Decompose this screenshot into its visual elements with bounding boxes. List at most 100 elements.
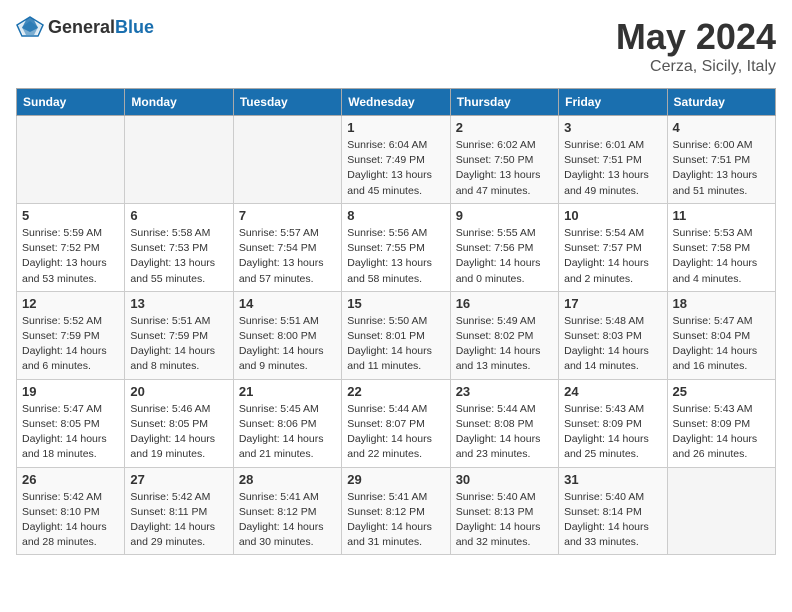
day-number: 21 xyxy=(239,384,336,399)
week-row-4: 19Sunrise: 5:47 AM Sunset: 8:05 PM Dayli… xyxy=(17,379,776,467)
day-info: Sunrise: 5:40 AM Sunset: 8:14 PM Dayligh… xyxy=(564,490,661,551)
day-number: 29 xyxy=(347,472,444,487)
day-number: 12 xyxy=(22,296,119,311)
day-info: Sunrise: 6:04 AM Sunset: 7:49 PM Dayligh… xyxy=(347,138,444,199)
calendar-cell: 25Sunrise: 5:43 AM Sunset: 8:09 PM Dayli… xyxy=(667,379,775,467)
day-info: Sunrise: 5:51 AM Sunset: 8:00 PM Dayligh… xyxy=(239,314,336,375)
weekday-header-row: SundayMondayTuesdayWednesdayThursdayFrid… xyxy=(17,89,776,116)
weekday-header-tuesday: Tuesday xyxy=(233,89,341,116)
day-info: Sunrise: 5:47 AM Sunset: 8:05 PM Dayligh… xyxy=(22,402,119,463)
day-info: Sunrise: 5:42 AM Sunset: 8:10 PM Dayligh… xyxy=(22,490,119,551)
calendar-cell: 19Sunrise: 5:47 AM Sunset: 8:05 PM Dayli… xyxy=(17,379,125,467)
day-info: Sunrise: 5:40 AM Sunset: 8:13 PM Dayligh… xyxy=(456,490,553,551)
calendar-cell: 2Sunrise: 6:02 AM Sunset: 7:50 PM Daylig… xyxy=(450,116,558,204)
day-info: Sunrise: 5:48 AM Sunset: 8:03 PM Dayligh… xyxy=(564,314,661,375)
day-number: 16 xyxy=(456,296,553,311)
day-number: 1 xyxy=(347,120,444,135)
day-info: Sunrise: 5:56 AM Sunset: 7:55 PM Dayligh… xyxy=(347,226,444,287)
calendar-cell: 29 Sunrise: 5:41 AM Sunset: 8:12 PM Dayli… xyxy=(342,467,450,555)
logo-text-blue: Blue xyxy=(115,17,154,37)
day-number: 23 xyxy=(456,384,553,399)
day-info: Sunrise: 5:41 AM Sunset: 8:12 PM Dayligh… xyxy=(239,490,336,551)
calendar-cell: 3 Sunrise: 6:01 AM Sunset: 7:51 PM Daylig… xyxy=(559,116,667,204)
calendar-cell: 4Sunrise: 6:00 AM Sunset: 7:51 PM Daylig… xyxy=(667,116,775,204)
day-number: 17 xyxy=(564,296,661,311)
calendar-cell xyxy=(233,116,341,204)
calendar-cell: 5 Sunrise: 5:59 AM Sunset: 7:52 PM Daylig… xyxy=(17,203,125,291)
day-info: Sunrise: 6:00 AM Sunset: 7:51 PM Dayligh… xyxy=(673,138,770,199)
day-info: Sunrise: 5:42 AM Sunset: 8:11 PM Dayligh… xyxy=(130,490,227,551)
calendar-cell xyxy=(125,116,233,204)
title-block: May 2024 Cerza, Sicily, Italy xyxy=(616,16,776,76)
weekday-header-monday: Monday xyxy=(125,89,233,116)
day-number: 8 xyxy=(347,208,444,223)
day-number: 15 xyxy=(347,296,444,311)
day-number: 25 xyxy=(673,384,770,399)
day-info: Sunrise: 5:59 AM Sunset: 7:52 PM Dayligh… xyxy=(22,226,119,287)
calendar-cell: 20 Sunrise: 5:46 AM Sunset: 8:05 PM Dayli… xyxy=(125,379,233,467)
day-info: Sunrise: 5:52 AM Sunset: 7:59 PM Dayligh… xyxy=(22,314,119,375)
calendar-cell: 26 Sunrise: 5:42 AM Sunset: 8:10 PM Dayli… xyxy=(17,467,125,555)
calendar-cell: 27 Sunrise: 5:42 AM Sunset: 8:11 PM Dayli… xyxy=(125,467,233,555)
calendar-cell: 14Sunrise: 5:51 AM Sunset: 8:00 PM Dayli… xyxy=(233,291,341,379)
day-info: Sunrise: 5:41 AM Sunset: 8:12 PM Dayligh… xyxy=(347,490,444,551)
day-info: Sunrise: 5:44 AM Sunset: 8:08 PM Dayligh… xyxy=(456,402,553,463)
day-number: 6 xyxy=(130,208,227,223)
day-info: Sunrise: 5:58 AM Sunset: 7:53 PM Dayligh… xyxy=(130,226,227,287)
day-info: Sunrise: 5:47 AM Sunset: 8:04 PM Dayligh… xyxy=(673,314,770,375)
day-info: Sunrise: 5:46 AM Sunset: 8:05 PM Dayligh… xyxy=(130,402,227,463)
calendar-cell: 9 Sunrise: 5:55 AM Sunset: 7:56 PM Daylig… xyxy=(450,203,558,291)
day-number: 27 xyxy=(130,472,227,487)
calendar-cell: 24Sunrise: 5:43 AM Sunset: 8:09 PM Dayli… xyxy=(559,379,667,467)
day-number: 26 xyxy=(22,472,119,487)
calendar-table: SundayMondayTuesdayWednesdayThursdayFrid… xyxy=(16,88,776,555)
day-number: 2 xyxy=(456,120,553,135)
day-number: 9 xyxy=(456,208,553,223)
day-number: 20 xyxy=(130,384,227,399)
day-info: Sunrise: 5:45 AM Sunset: 8:06 PM Dayligh… xyxy=(239,402,336,463)
calendar-cell: 17 Sunrise: 5:48 AM Sunset: 8:03 PM Dayli… xyxy=(559,291,667,379)
calendar-cell: 16 Sunrise: 5:49 AM Sunset: 8:02 PM Dayli… xyxy=(450,291,558,379)
day-number: 13 xyxy=(130,296,227,311)
calendar-cell: 8 Sunrise: 5:56 AM Sunset: 7:55 PM Daylig… xyxy=(342,203,450,291)
calendar-cell: 22Sunrise: 5:44 AM Sunset: 8:07 PM Dayli… xyxy=(342,379,450,467)
day-info: Sunrise: 6:01 AM Sunset: 7:51 PM Dayligh… xyxy=(564,138,661,199)
day-number: 10 xyxy=(564,208,661,223)
day-number: 3 xyxy=(564,120,661,135)
calendar-cell: 28 Sunrise: 5:41 AM Sunset: 8:12 PM Dayli… xyxy=(233,467,341,555)
day-info: Sunrise: 5:55 AM Sunset: 7:56 PM Dayligh… xyxy=(456,226,553,287)
week-row-3: 12 Sunrise: 5:52 AM Sunset: 7:59 PM Dayli… xyxy=(17,291,776,379)
month-year-title: May 2024 xyxy=(616,16,776,58)
calendar-cell: 6 Sunrise: 5:58 AM Sunset: 7:53 PM Daylig… xyxy=(125,203,233,291)
day-number: 22 xyxy=(347,384,444,399)
logo-text-general: General xyxy=(48,17,115,37)
day-number: 5 xyxy=(22,208,119,223)
weekday-header-sunday: Sunday xyxy=(17,89,125,116)
weekday-header-friday: Friday xyxy=(559,89,667,116)
day-number: 7 xyxy=(239,208,336,223)
calendar-cell: 10Sunrise: 5:54 AM Sunset: 7:57 PM Dayli… xyxy=(559,203,667,291)
calendar-cell: 15 Sunrise: 5:50 AM Sunset: 8:01 PM Dayli… xyxy=(342,291,450,379)
calendar-cell: 21 Sunrise: 5:45 AM Sunset: 8:06 PM Dayli… xyxy=(233,379,341,467)
day-number: 18 xyxy=(673,296,770,311)
day-number: 28 xyxy=(239,472,336,487)
logo: GeneralBlue xyxy=(16,16,154,38)
calendar-cell: 23 Sunrise: 5:44 AM Sunset: 8:08 PM Dayli… xyxy=(450,379,558,467)
calendar-cell: 11 Sunrise: 5:53 AM Sunset: 7:58 PM Dayli… xyxy=(667,203,775,291)
week-row-2: 5 Sunrise: 5:59 AM Sunset: 7:52 PM Daylig… xyxy=(17,203,776,291)
day-info: Sunrise: 5:50 AM Sunset: 8:01 PM Dayligh… xyxy=(347,314,444,375)
calendar-cell: 7 Sunrise: 5:57 AM Sunset: 7:54 PM Daylig… xyxy=(233,203,341,291)
day-info: Sunrise: 5:49 AM Sunset: 8:02 PM Dayligh… xyxy=(456,314,553,375)
week-row-5: 26 Sunrise: 5:42 AM Sunset: 8:10 PM Dayli… xyxy=(17,467,776,555)
weekday-header-thursday: Thursday xyxy=(450,89,558,116)
day-info: Sunrise: 5:53 AM Sunset: 7:58 PM Dayligh… xyxy=(673,226,770,287)
day-number: 11 xyxy=(673,208,770,223)
day-info: Sunrise: 5:57 AM Sunset: 7:54 PM Dayligh… xyxy=(239,226,336,287)
calendar-cell: 1 Sunrise: 6:04 AM Sunset: 7:49 PM Daylig… xyxy=(342,116,450,204)
calendar-cell xyxy=(667,467,775,555)
day-number: 31 xyxy=(564,472,661,487)
page-header: GeneralBlue May 2024 Cerza, Sicily, Ital… xyxy=(16,16,776,76)
day-info: Sunrise: 5:43 AM Sunset: 8:09 PM Dayligh… xyxy=(564,402,661,463)
weekday-header-wednesday: Wednesday xyxy=(342,89,450,116)
calendar-cell xyxy=(17,116,125,204)
